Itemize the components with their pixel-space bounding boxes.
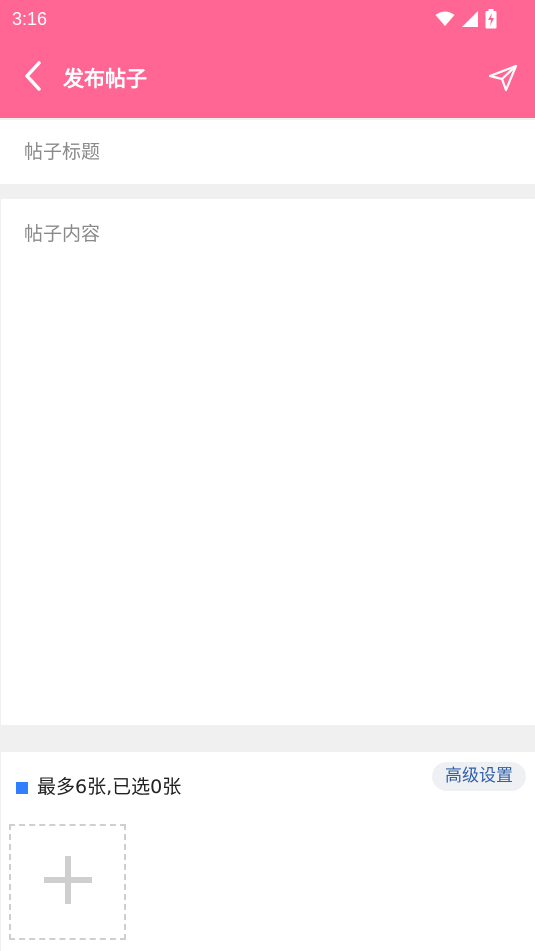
post-title-container [0, 120, 535, 184]
back-button[interactable] [3, 38, 63, 118]
chevron-left-icon [22, 60, 44, 96]
image-count-label: 最多6张,已选0张 [37, 776, 182, 798]
image-picker-section: 最多6张,已选0张 高级设置 [1, 752, 535, 951]
signal-icon [461, 10, 479, 28]
status-time: 3:16 [12, 8, 48, 29]
status-icons [435, 9, 497, 29]
publish-post-screen: 3:16 发布帖子 帖子标题 帖子内容 最多6张,已选0张 高级设置 [0, 0, 535, 951]
post-title-input[interactable] [0, 120, 535, 184]
post-content-input[interactable] [1, 199, 535, 725]
post-content-container [1, 199, 535, 725]
send-button[interactable] [483, 60, 523, 100]
section-indicator [16, 781, 28, 794]
battery-charging-icon [485, 9, 497, 29]
status-bar: 3:16 [0, 0, 535, 38]
plus-icon [43, 855, 93, 909]
page-title: 发布帖子 [63, 67, 147, 91]
app-bar: 发布帖子 [0, 38, 535, 118]
send-icon [488, 64, 518, 96]
wifi-icon [435, 11, 455, 27]
add-image-button[interactable] [9, 824, 126, 940]
image-count-row: 最多6张,已选0张 [16, 772, 181, 799]
advanced-settings-button[interactable]: 高级设置 [432, 762, 526, 791]
